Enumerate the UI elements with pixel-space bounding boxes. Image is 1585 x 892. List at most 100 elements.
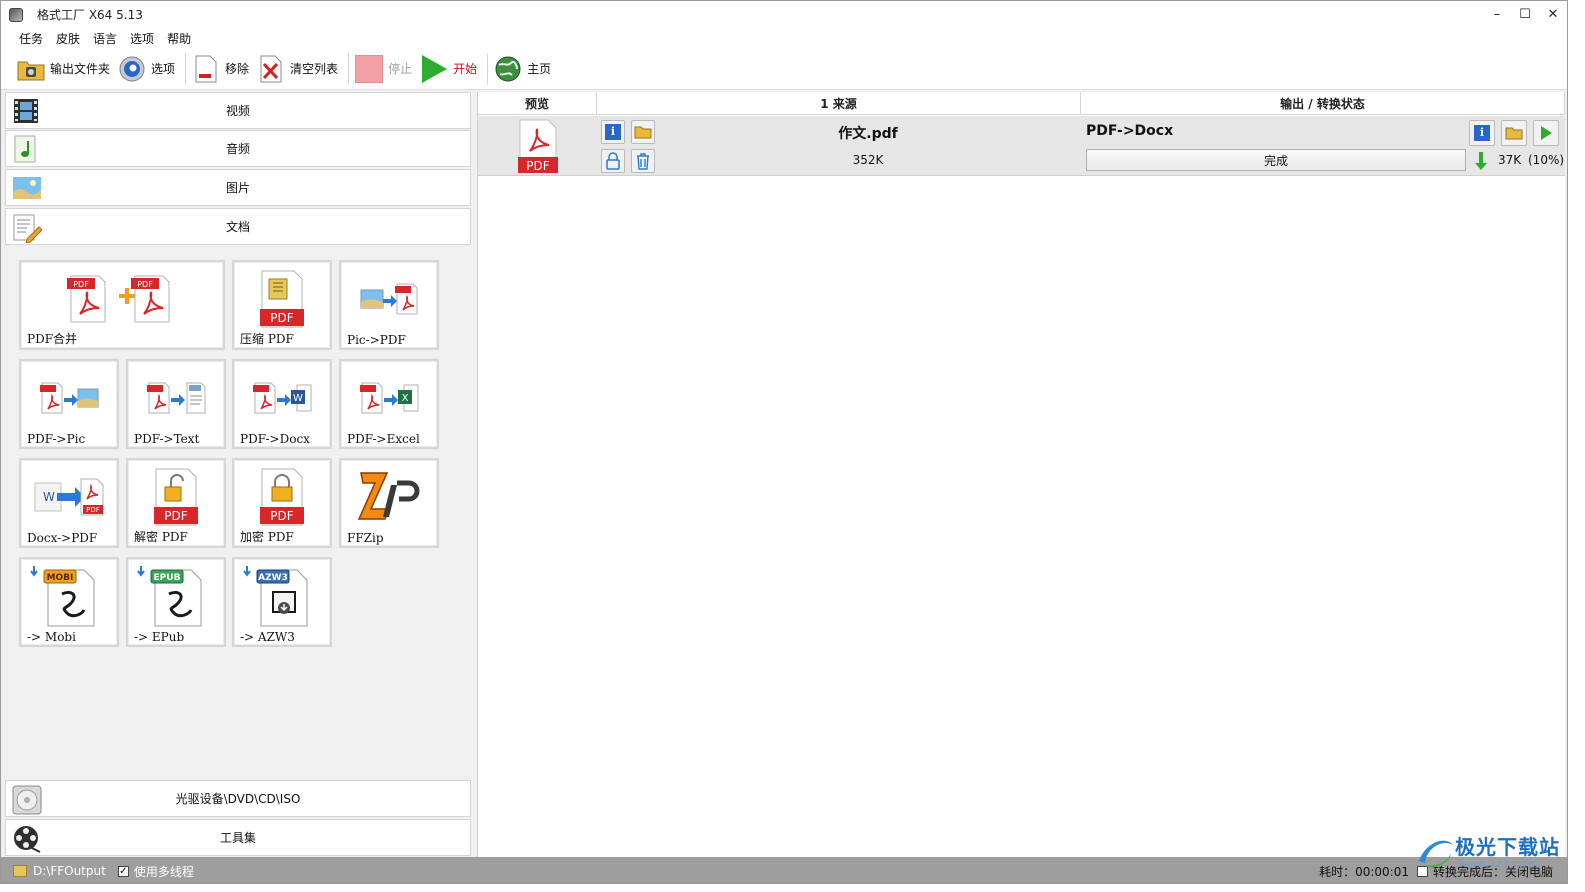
- left-panel: 视频 音频 图片 文档 PDF PDF PDF合并 PDF 压缩 PDF Pic…: [5, 92, 471, 857]
- tile-to-mobi[interactable]: MOBI -> Mobi: [19, 557, 119, 647]
- options-button[interactable]: 选项: [118, 51, 175, 87]
- tile-label: -> AZW3: [240, 630, 295, 644]
- tile-pdf-merge[interactable]: PDF PDF PDF合并: [19, 260, 225, 350]
- tile-pdf-to-pic[interactable]: PDF->Pic: [19, 359, 119, 449]
- output-folder-button[interactable]: [1501, 120, 1527, 146]
- category-audio[interactable]: 音频: [5, 130, 471, 167]
- category-optical[interactable]: 光驱设备\DVD\CD\ISO: [5, 780, 471, 817]
- watermark-text: 极光下载站: [1455, 835, 1560, 859]
- maximize-icon[interactable]: ☐: [1511, 1, 1539, 28]
- mobi-badge: MOBI: [47, 573, 74, 583]
- screen-background-bottom: [0, 884, 1585, 892]
- start-label: 开始: [453, 62, 478, 76]
- folder-icon: [634, 126, 652, 139]
- toolbar-separator: [487, 52, 489, 85]
- svg-text:PDF: PDF: [270, 509, 293, 523]
- category-audio-label: 音频: [225, 142, 250, 156]
- pdf-to-text-icon: [128, 365, 224, 431]
- tile-pdf-to-text[interactable]: PDF->Text: [126, 359, 226, 449]
- header-output[interactable]: 输出 / 转换状态: [1081, 92, 1565, 115]
- info-icon: i: [605, 124, 621, 140]
- clear-list-label: 清空列表: [290, 62, 339, 76]
- tile-label: -> Mobi: [27, 630, 76, 644]
- tile-pdf-to-docx[interactable]: W PDF->Docx: [232, 359, 332, 449]
- watermark-subtext: www.xz7.com: [1459, 859, 1539, 870]
- remove-doc-icon: [192, 55, 220, 83]
- stop-label: 停止: [388, 62, 413, 76]
- header-source[interactable]: 1 来源: [597, 92, 1081, 115]
- options-label: 选项: [151, 62, 176, 76]
- task-row[interactable]: PDF i 作文.pdf 352K PDF->Docx 完成 i 37K (10…: [478, 116, 1565, 176]
- pdf-decrypt-icon: PDF: [128, 464, 224, 530]
- remove-button[interactable]: 移除: [192, 51, 249, 87]
- watermark-logo: 极光下载站 www.xz7.com: [1409, 829, 1567, 883]
- output-play-button[interactable]: [1533, 120, 1559, 146]
- category-document-label: 文档: [225, 220, 250, 234]
- menu-task[interactable]: 任务: [19, 30, 43, 47]
- tile-label: PDF合并: [27, 332, 78, 346]
- info-icon: i: [1474, 125, 1490, 141]
- mobi-icon: MOBI: [21, 563, 117, 629]
- gear-icon: [118, 55, 146, 83]
- toolbar-separator: [185, 52, 187, 85]
- menu-help[interactable]: 帮助: [167, 30, 191, 47]
- category-optical-label: 光驱设备\DVD\CD\ISO: [175, 792, 301, 806]
- multithread-checkbox[interactable]: ✓: [117, 865, 129, 877]
- category-image[interactable]: 图片: [5, 169, 471, 206]
- tile-pdf-decrypt[interactable]: PDF 解密 PDF: [126, 458, 226, 548]
- pdf-to-docx-icon: W: [234, 365, 330, 431]
- menu-language[interactable]: 语言: [93, 30, 117, 47]
- tile-to-azw3[interactable]: AZW3 -> AZW3: [232, 557, 332, 647]
- tile-label: FFZip: [347, 531, 384, 545]
- minimize-icon[interactable]: –: [1483, 1, 1511, 28]
- document-pencil-icon: [12, 213, 43, 244]
- start-button[interactable]: 开始: [420, 51, 477, 87]
- tile-ffzip[interactable]: FFZip: [339, 458, 439, 548]
- header-preview[interactable]: 预览: [478, 92, 597, 115]
- menu-skin[interactable]: 皮肤: [56, 30, 80, 47]
- category-document[interactable]: 文档: [5, 208, 471, 245]
- menu-options[interactable]: 选项: [130, 30, 154, 47]
- category-tools[interactable]: 工具集: [5, 819, 471, 856]
- source-file-name: 作文.pdf: [838, 126, 898, 142]
- document-tools-grid: PDF PDF PDF合并 PDF 压缩 PDF Pic->PDF PDF->P…: [19, 260, 459, 660]
- folder-icon: [1505, 127, 1523, 140]
- output-path[interactable]: D:\FFOutput: [33, 864, 106, 878]
- output-info-button[interactable]: i: [1469, 120, 1495, 146]
- source-info-button[interactable]: i: [601, 120, 625, 144]
- tile-pdf-compress[interactable]: PDF 压缩 PDF: [232, 260, 332, 350]
- tile-pdf-encrypt[interactable]: PDF 加密 PDF: [232, 458, 332, 548]
- output-folder-button[interactable]: 输出文件夹: [17, 51, 110, 87]
- tile-label: PDF->Text: [134, 432, 200, 446]
- close-icon[interactable]: ✕: [1539, 1, 1567, 28]
- source-lock-button[interactable]: [601, 149, 625, 173]
- conversion-type: PDF->Docx: [1086, 123, 1174, 139]
- category-video-label: 视频: [225, 104, 250, 118]
- docx-to-pdf-icon: W PDF: [21, 464, 117, 530]
- tile-to-epub[interactable]: EPUB -> EPub: [126, 557, 226, 647]
- tile-pdf-to-excel[interactable]: X PDF->Excel: [339, 359, 439, 449]
- tile-label: Docx->PDF: [27, 531, 98, 545]
- output-size-ratio: (10%): [1528, 153, 1565, 167]
- home-button[interactable]: 主页: [494, 51, 551, 87]
- category-image-label: 图片: [225, 181, 250, 195]
- disc-drive-icon: [12, 785, 42, 815]
- svg-text:W: W: [293, 393, 303, 404]
- pdf-encrypt-icon: PDF: [234, 464, 330, 530]
- clear-list-button[interactable]: 清空列表: [257, 51, 338, 87]
- stop-button[interactable]: 停止: [355, 51, 412, 87]
- tile-label: -> EPub: [134, 630, 185, 644]
- tile-docx-to-pdf[interactable]: W PDF Docx->PDF: [19, 458, 119, 548]
- output-file-size: 37K: [1498, 153, 1522, 167]
- app-icon: [9, 7, 23, 22]
- svg-text:PDF: PDF: [86, 506, 100, 514]
- tile-pic-to-pdf[interactable]: Pic->PDF: [339, 260, 439, 350]
- category-video[interactable]: 视频: [5, 92, 471, 129]
- pdf-merge-icon: PDF PDF: [21, 266, 223, 332]
- source-folder-button[interactable]: [631, 120, 655, 144]
- multithread-label: 使用多线程: [133, 864, 194, 879]
- trash-icon: [637, 153, 649, 170]
- source-delete-button[interactable]: [631, 149, 655, 173]
- title-bar: 格式工厂 X64 5.13 – ☐ ✕: [1, 1, 1567, 28]
- svg-text:PDF: PDF: [164, 509, 187, 523]
